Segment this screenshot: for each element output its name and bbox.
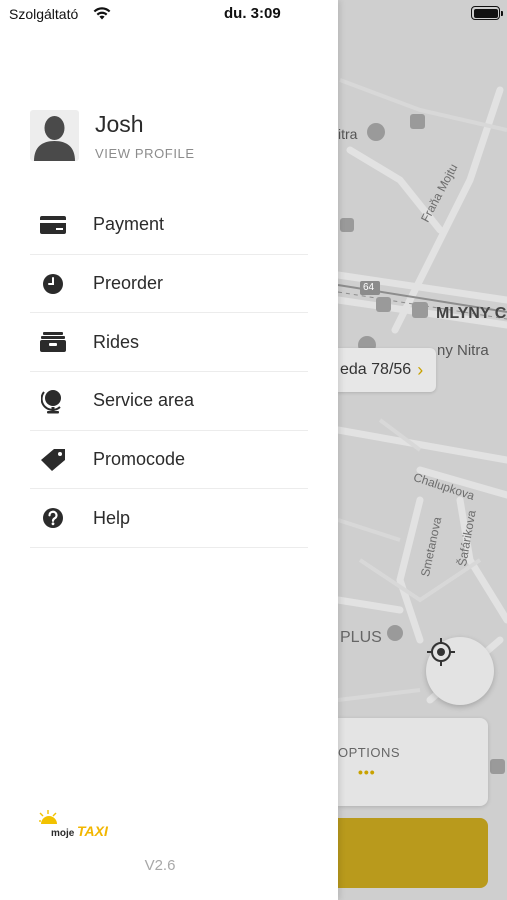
help-icon — [28, 489, 78, 547]
map-label-nitra: ny Nitra — [437, 342, 489, 359]
options-more-icon: ••• — [358, 764, 376, 780]
profile-header[interactable]: Josh VIEW PROFILE — [30, 110, 310, 162]
drawer-menu: Payment Preorder Rides Service area Prom… — [28, 196, 308, 549]
my-location-button[interactable] — [426, 637, 494, 705]
view-profile-link[interactable]: VIEW PROFILE — [95, 146, 195, 161]
menu-item-help[interactable]: Help — [28, 489, 308, 549]
rides-icon — [28, 313, 78, 371]
side-drawer: Josh VIEW PROFILE Payment Preorder Rides… — [0, 0, 338, 900]
moje-taxi-logo: moje TAXI — [38, 810, 119, 840]
battery-icon — [471, 6, 503, 20]
credit-card-icon — [28, 196, 78, 254]
tag-icon — [28, 431, 78, 489]
globe-icon — [28, 372, 78, 430]
svg-text:TAXI: TAXI — [77, 823, 109, 839]
wifi-icon — [93, 7, 111, 20]
user-avatar-icon — [34, 116, 75, 161]
menu-item-promocode[interactable]: Promocode — [30, 431, 308, 490]
map-label-mlyny: MLYNY C — [436, 305, 507, 322]
pickup-address-pill[interactable]: eda 78/56 › — [338, 348, 436, 392]
options-label: OPTIONS — [338, 745, 401, 760]
avatar[interactable] — [30, 110, 79, 161]
order-button[interactable] — [338, 818, 488, 888]
crosshair-icon — [427, 638, 455, 666]
menu-item-label: Payment — [93, 214, 165, 235]
svg-text:moje: moje — [51, 828, 75, 839]
menu-item-label: Promocode — [93, 449, 186, 470]
clock-icon — [28, 255, 78, 313]
chevron-right-icon: › — [417, 359, 424, 380]
map-label-itra: itra — [338, 126, 358, 142]
menu-item-label: Rides — [93, 331, 140, 352]
map-label-route: 64 — [363, 282, 375, 293]
menu-item-label: Preorder — [93, 273, 164, 294]
status-bar: Szolgáltató du. 3:09 — [0, 0, 507, 28]
user-name: Josh — [95, 111, 144, 137]
ride-options-card[interactable]: OPTIONS ••• — [338, 718, 488, 806]
menu-item-payment[interactable]: Payment — [30, 196, 308, 255]
pickup-address: eda 78/56 — [340, 361, 412, 378]
carrier-name: Szolgáltató — [9, 6, 79, 22]
menu-item-label: Help — [93, 507, 131, 528]
menu-item-rides[interactable]: Rides — [28, 313, 308, 373]
menu-item-preorder[interactable]: Preorder — [30, 255, 308, 314]
app-version: V2.6 — [144, 857, 176, 874]
menu-item-label: Service area — [93, 390, 195, 411]
menu-item-service-area[interactable]: Service area — [30, 372, 308, 431]
map-label-plus: PLUS — [340, 629, 382, 646]
status-time: du. 3:09 — [224, 5, 281, 22]
